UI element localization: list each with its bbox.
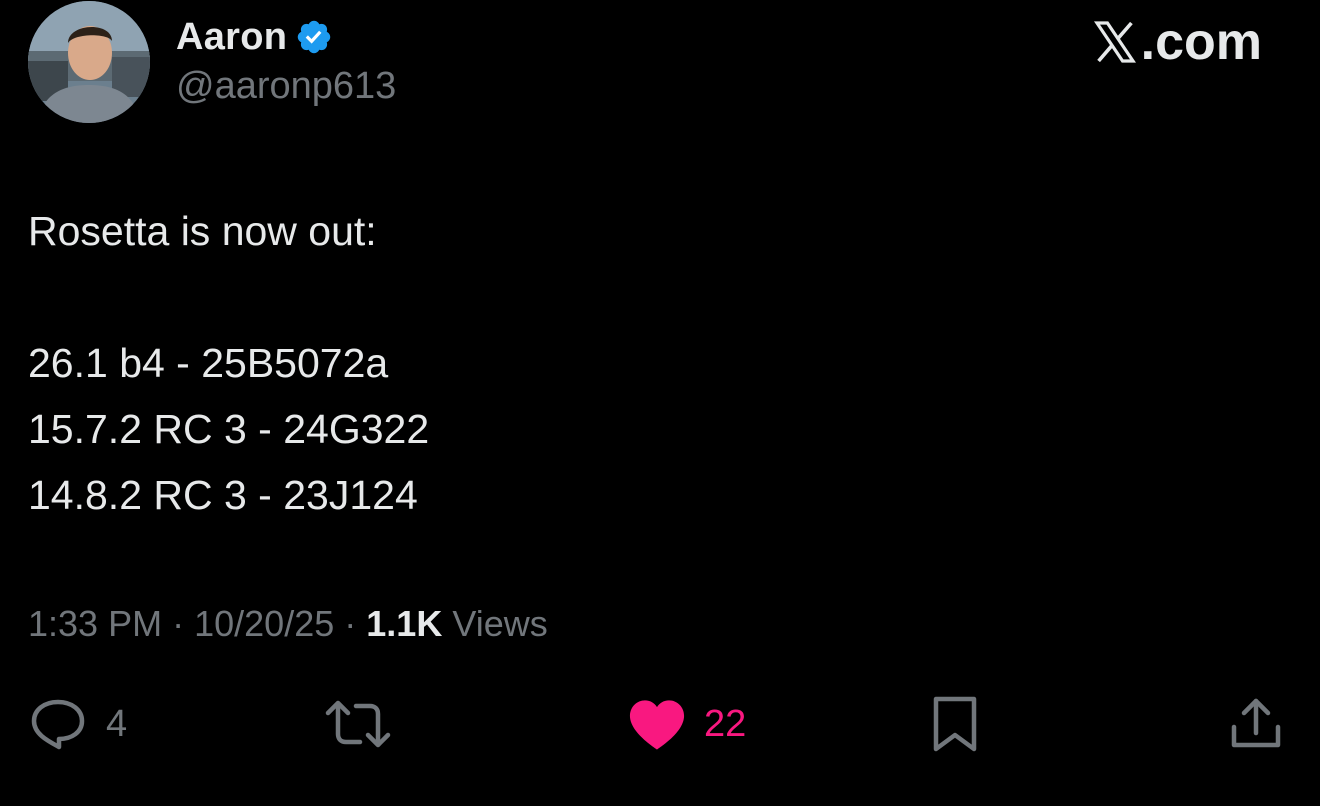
brand: .com	[1091, 12, 1262, 72]
like-count: 22	[704, 703, 747, 745]
reply-icon	[31, 699, 85, 750]
like-button[interactable]: 22	[628, 694, 746, 754]
tweet-line: 14.8.2 RC 3 - 23J124	[28, 472, 418, 518]
bookmark-button[interactable]	[930, 694, 980, 754]
share-icon	[1231, 698, 1281, 748]
verified-badge-icon	[298, 20, 331, 54]
avatar[interactable]	[28, 1, 150, 123]
author-name-row[interactable]: Aaron	[176, 14, 333, 60]
tweet-time[interactable]: 1:33 PM	[28, 603, 162, 644]
share-button[interactable]	[1228, 694, 1284, 754]
views-label: Views	[452, 603, 548, 644]
author-handle[interactable]: @aaronp613	[176, 65, 396, 108]
heart-icon	[629, 700, 685, 750]
tweet-line: Rosetta is now out:	[28, 208, 377, 254]
meta-separator: ·	[172, 603, 185, 644]
tweet-date[interactable]: 10/20/25	[194, 603, 334, 644]
reply-count: 4	[106, 703, 128, 745]
tweet-line: 26.1 b4 - 25B5072a	[28, 340, 389, 386]
brand-domain: .com	[1140, 13, 1262, 71]
tweet-meta: 1:33 PM · 10/20/25 · 1.1K Views	[28, 600, 548, 648]
avatar-photo	[28, 1, 150, 123]
reply-button[interactable]: 4	[28, 694, 127, 754]
tweet-line: 15.7.2 RC 3 - 24G322	[28, 406, 430, 452]
retweet-icon	[325, 700, 391, 748]
retweet-button[interactable]	[324, 694, 410, 754]
x-logo-icon	[1093, 21, 1136, 63]
brand-logo: .com	[1091, 16, 1262, 68]
bookmark-icon	[933, 696, 977, 752]
meta-separator: ·	[344, 603, 357, 644]
tweet-text: Rosetta is now out: 26.1 b4 - 25B5072a 1…	[28, 198, 1288, 528]
views-count: 1.1K	[366, 603, 443, 644]
author-display-name[interactable]: Aaron	[176, 18, 287, 56]
